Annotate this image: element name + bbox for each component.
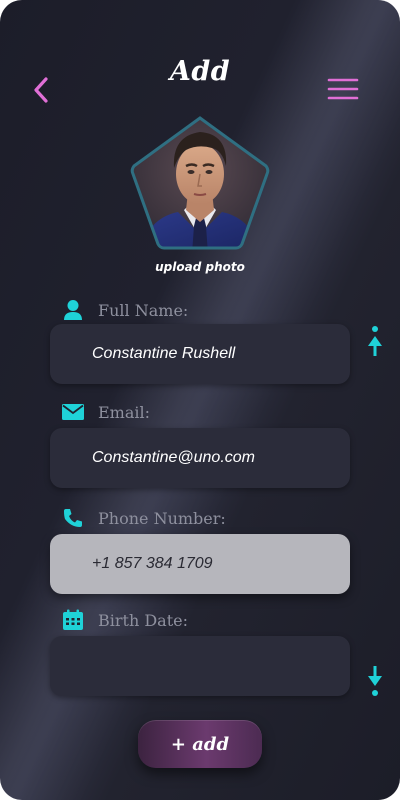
- scroll-down-button[interactable]: [366, 662, 384, 698]
- hamburger-menu-icon: [327, 78, 359, 100]
- birth-date-label-row: Birth Date:: [62, 608, 188, 632]
- add-contact-screen: Add upload photo Full Name: Constantine …: [0, 0, 400, 800]
- phone-field[interactable]: +1 857 384 1709: [50, 534, 350, 594]
- email-field[interactable]: Constantine@uno.com: [50, 428, 350, 488]
- full-name-label: Full Name:: [98, 300, 189, 320]
- avatar-image: [130, 116, 270, 250]
- phone-icon: [62, 507, 84, 529]
- phone-label: Phone Number:: [98, 508, 226, 528]
- arrow-up-icon: [368, 326, 382, 356]
- upload-photo-label[interactable]: upload photo: [0, 260, 400, 274]
- email-label: Email:: [98, 402, 151, 422]
- scroll-up-button[interactable]: [366, 324, 384, 360]
- calendar-icon: [62, 609, 84, 631]
- profile-photo[interactable]: [128, 114, 272, 254]
- menu-button[interactable]: [326, 76, 360, 104]
- add-button[interactable]: + add: [138, 720, 262, 768]
- person-icon: [62, 299, 84, 321]
- full-name-field[interactable]: Constantine Rushell: [50, 324, 350, 384]
- birth-date-label: Birth Date:: [98, 610, 188, 630]
- arrow-down-icon: [368, 666, 382, 696]
- email-label-row: Email:: [62, 400, 150, 424]
- birth-date-field[interactable]: [50, 636, 350, 696]
- mail-icon: [62, 401, 84, 423]
- phone-label-row: Phone Number:: [62, 506, 226, 530]
- full-name-label-row: Full Name:: [62, 298, 188, 322]
